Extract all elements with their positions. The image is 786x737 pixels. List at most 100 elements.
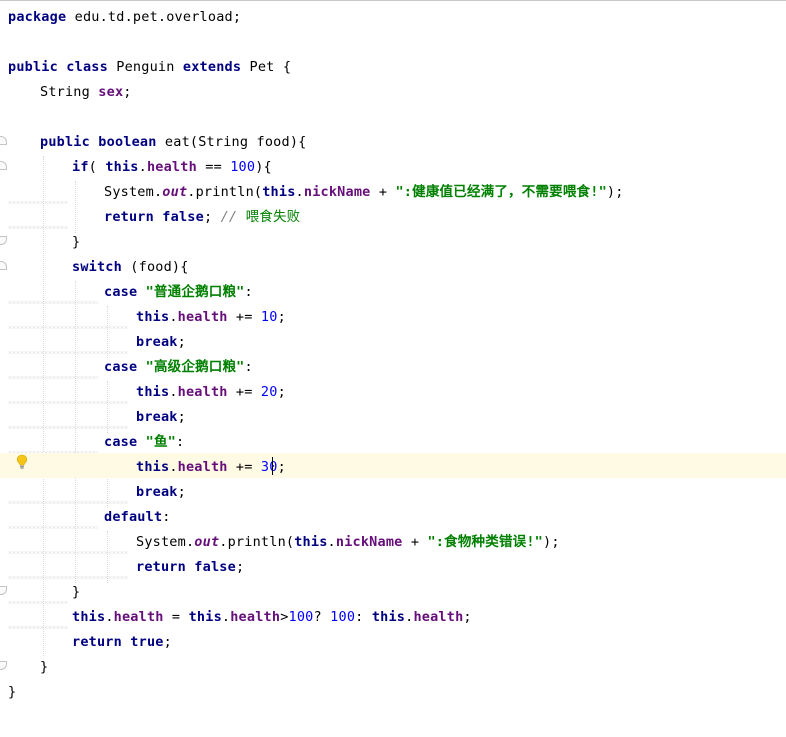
code-line-13[interactable]: this.health += 10; — [0, 305, 786, 330]
code-token: ; — [177, 334, 186, 350]
code-text: if( this.health == 100){ — [72, 158, 272, 177]
code-token: . — [105, 609, 114, 625]
field-name: nickName — [303, 184, 371, 200]
code-text: } — [72, 583, 80, 602]
code-line-7[interactable]: if( this.health == 100){ — [0, 155, 786, 180]
code-token: = — [163, 609, 189, 625]
keyword: package — [8, 9, 67, 25]
string-literal: "高级企鹅口粮" — [145, 359, 245, 375]
field-name: health — [230, 609, 281, 625]
code-token: += — [227, 309, 261, 325]
code-token: ( — [88, 159, 106, 175]
code-token: + — [370, 184, 396, 200]
code-line-4[interactable]: String sex; — [0, 80, 786, 105]
code-token: ; — [277, 384, 286, 400]
static-field: out — [194, 534, 220, 550]
code-token: ; — [163, 634, 172, 650]
code-text: public boolean eat(String food){ — [40, 133, 307, 152]
comment: // — [220, 209, 246, 225]
static-field: out — [162, 184, 188, 200]
code-token: ; — [277, 309, 286, 325]
code-token: += — [227, 384, 261, 400]
number-literal: 100 — [288, 609, 314, 625]
comment-text: 喂食失败 — [245, 209, 301, 225]
code-text: public class Penguin extends Pet { — [8, 58, 291, 77]
code-token: (food){ — [121, 259, 189, 275]
number-literal: 100 — [330, 609, 356, 625]
code-line-16[interactable]: this.health += 20; — [0, 380, 786, 405]
code-line-25[interactable]: this.health = this.health>100? 100: this… — [0, 605, 786, 630]
code-line-24[interactable]: } — [0, 580, 786, 605]
keyword: public — [8, 59, 58, 75]
code-token: : — [355, 609, 372, 625]
code-editor[interactable]: package edu.td.pet.overload; public clas… — [0, 0, 786, 737]
number-literal: 100 — [230, 159, 256, 175]
code-token: } — [72, 234, 81, 250]
text-caret — [272, 457, 273, 475]
code-line-21[interactable]: default: — [0, 505, 786, 530]
keyword: break — [136, 409, 178, 425]
code-token: + — [402, 534, 428, 550]
code-line-20[interactable]: break; — [0, 480, 786, 505]
field-name: health — [113, 609, 164, 625]
code-line-17[interactable]: break; — [0, 405, 786, 430]
code-token: ; — [277, 459, 286, 475]
code-line-10[interactable]: } — [0, 230, 786, 255]
code-line-28[interactable]: } — [0, 680, 786, 705]
keyword: return — [72, 634, 122, 650]
code-text: switch (food){ — [72, 258, 189, 277]
string-literal: "鱼" — [145, 434, 176, 450]
keyword: case — [104, 434, 138, 450]
code-text: String sex; — [40, 83, 132, 102]
code-token: : — [244, 284, 253, 300]
keyword: this — [262, 184, 296, 200]
code-line-8[interactable]: System.out.println(this.nickName + ":健康值… — [0, 180, 786, 205]
field-name: sex — [98, 84, 124, 100]
keyword: switch — [72, 259, 122, 275]
lightbulb-icon[interactable] — [16, 454, 28, 470]
code-token: ; — [203, 209, 221, 225]
code-text: break; — [136, 333, 186, 352]
code-token: : — [244, 359, 253, 375]
code-line-23[interactable]: return false; — [0, 555, 786, 580]
code-text: case "普通企鹅口粮": — [104, 283, 253, 302]
code-token: . — [327, 534, 336, 550]
field-name: nickName — [335, 534, 403, 550]
code-token: } — [72, 584, 81, 600]
code-token: . — [169, 384, 178, 400]
code-token: .println( — [187, 184, 263, 200]
code-token: : — [162, 509, 171, 525]
code-text: System.out.println(this.nickName + ":食物种… — [136, 533, 560, 552]
code-token: : — [176, 434, 185, 450]
code-token: > — [280, 609, 289, 625]
code-line-1[interactable]: package edu.td.pet.overload; — [0, 5, 786, 30]
code-line-14[interactable]: break; — [0, 330, 786, 355]
code-text: this.health += 30; — [136, 458, 286, 477]
code-line-26[interactable]: return true; — [0, 630, 786, 655]
code-line-6[interactable]: public boolean eat(String food){ — [0, 130, 786, 155]
code-line-19[interactable]: this.health += 30; — [0, 453, 786, 478]
code-line-15[interactable]: case "高级企鹅口粮": — [0, 355, 786, 380]
keyword: this — [188, 609, 222, 625]
code-line-3[interactable]: public class Penguin extends Pet { — [0, 55, 786, 80]
code-line-18[interactable]: case "鱼": — [0, 430, 786, 455]
code-line-12[interactable]: case "普通企鹅口粮": — [0, 280, 786, 305]
string-literal: ":食物种类错误!" — [427, 534, 543, 550]
code-token: . — [169, 459, 178, 475]
code-token: += — [227, 459, 261, 475]
keyword: return — [136, 559, 186, 575]
code-line-9[interactable]: return false; // 喂食失败 — [0, 205, 786, 230]
code-line-27[interactable]: } — [0, 655, 786, 680]
code-token: ); — [606, 184, 624, 200]
keyword: case — [104, 284, 138, 300]
code-token: .println( — [219, 534, 295, 550]
code-text: this.health += 20; — [136, 383, 286, 402]
keyword: public — [40, 134, 90, 150]
code-token: } — [40, 659, 49, 675]
keyword: case — [104, 359, 138, 375]
keyword: this — [72, 609, 106, 625]
code-line-11[interactable]: switch (food){ — [0, 255, 786, 280]
code-line-22[interactable]: System.out.println(this.nickName + ":食物种… — [0, 530, 786, 555]
